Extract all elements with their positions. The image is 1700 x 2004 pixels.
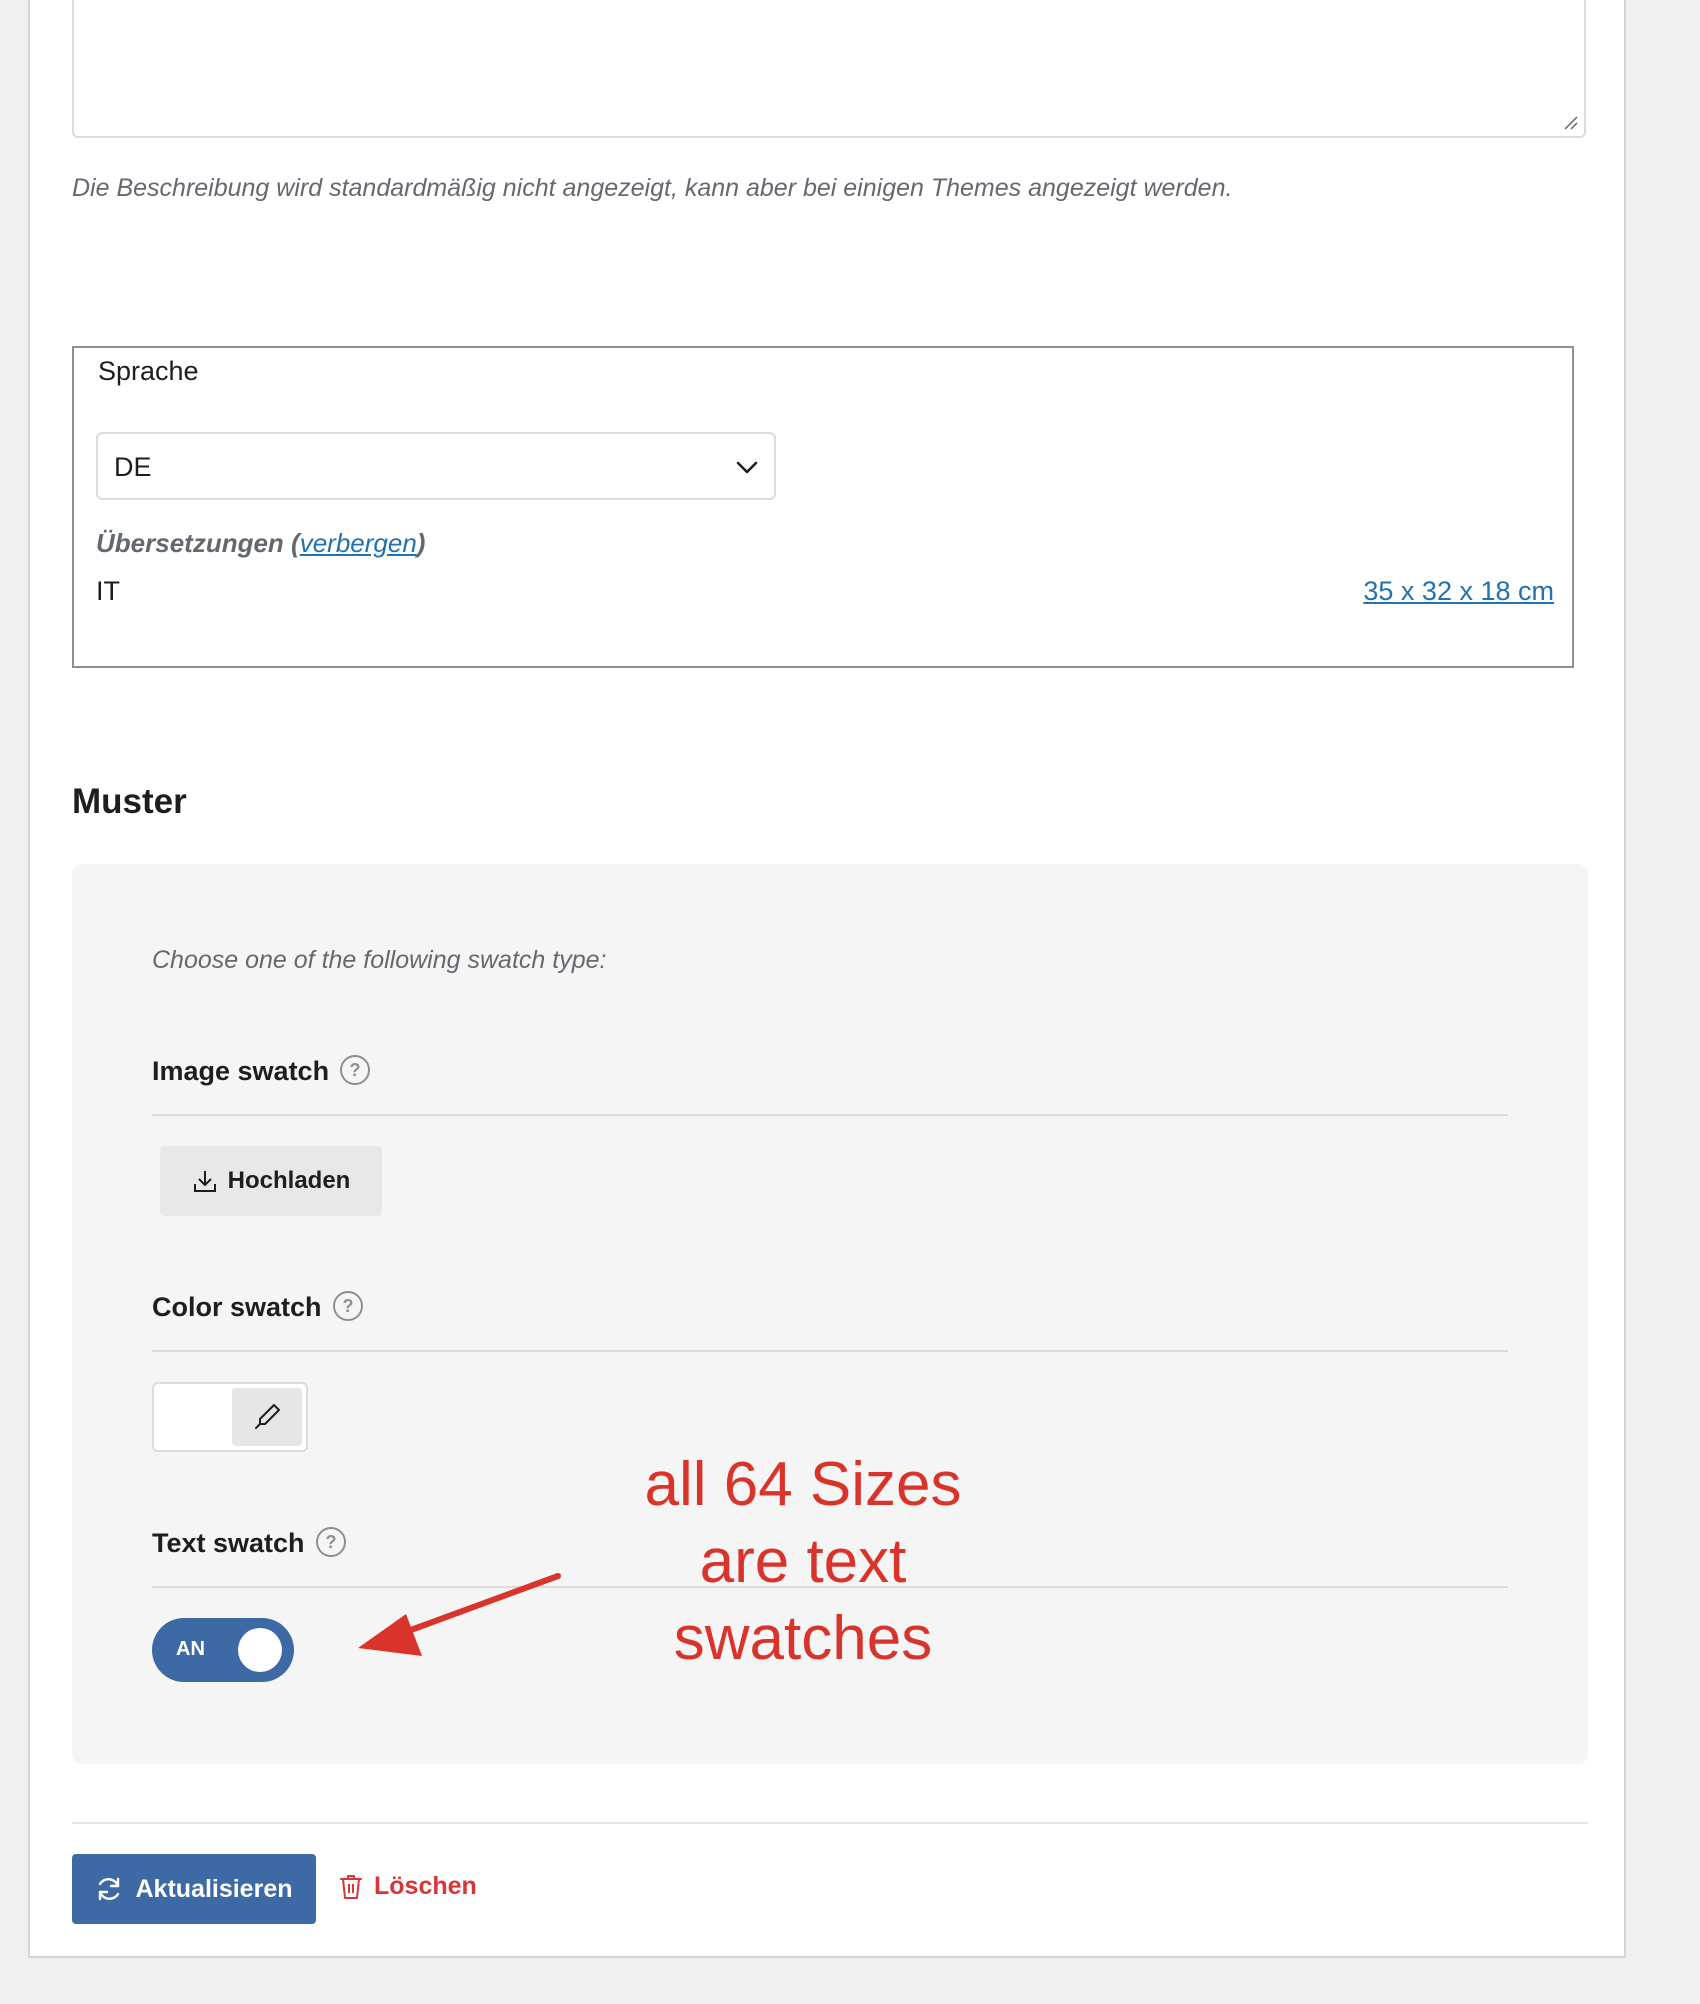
footer-divider xyxy=(72,1822,1588,1824)
translations-open-paren: ( xyxy=(283,528,300,558)
swatch-section-heading: Muster xyxy=(72,782,187,821)
annotation-text: all 64 Sizes are text swatches xyxy=(644,1450,962,1673)
delete-link-label: Löschen xyxy=(374,1872,477,1900)
translations-header: Übersetzungen (verbergen) xyxy=(96,528,425,559)
translation-language-code: IT xyxy=(96,576,120,606)
language-label: Sprache xyxy=(98,356,199,386)
image-swatch-divider xyxy=(152,1114,1508,1116)
translation-term-link[interactable]: 35 x 32 x 18 cm xyxy=(1363,576,1554,607)
language-select-value: DE xyxy=(114,452,152,482)
help-icon[interactable]: ? xyxy=(332,1290,364,1322)
translations-hide-link[interactable]: verbergen xyxy=(300,528,417,558)
update-button-label: Aktualisieren xyxy=(135,1874,293,1903)
delete-link[interactable]: Löschen xyxy=(338,1872,477,1901)
translations-close-paren: ) xyxy=(416,528,426,558)
help-icon[interactable]: ? xyxy=(315,1526,347,1558)
color-preview[interactable] xyxy=(154,1384,230,1450)
annotation-arrow-icon xyxy=(358,1573,561,1656)
translations-label: Übersetzungen xyxy=(96,528,284,558)
refresh-icon xyxy=(99,1877,120,1901)
eyedropper-button[interactable] xyxy=(232,1388,302,1446)
image-swatch-title: Image swatch? xyxy=(152,1054,371,1087)
swatch-intro-text: Choose one of the following swatch type: xyxy=(152,946,607,974)
svg-text:?: ? xyxy=(342,1296,353,1316)
image-swatch-label: Image swatch xyxy=(152,1056,330,1086)
description-hint: Die Beschreibung wird standardmäßig nich… xyxy=(72,174,1233,202)
text-swatch-label: Text swatch xyxy=(152,1528,305,1558)
svg-text:?: ? xyxy=(350,1060,361,1080)
description-textarea[interactable] xyxy=(72,0,1586,138)
language-box: Sprache DE Übersetzungen (verbergen) IT … xyxy=(72,346,1574,668)
color-swatch-divider xyxy=(152,1350,1508,1352)
chevron-down-icon xyxy=(736,461,758,474)
resize-handle-icon[interactable] xyxy=(1562,114,1578,130)
toggle-knob xyxy=(238,1628,282,1672)
color-swatch-title: Color swatch? xyxy=(152,1290,364,1323)
update-button[interactable]: Aktualisieren xyxy=(72,1854,316,1924)
text-swatch-title: Text swatch? xyxy=(152,1526,347,1559)
eyedropper-icon xyxy=(255,1404,280,1429)
color-swatch-label: Color swatch xyxy=(152,1292,322,1322)
help-icon[interactable]: ? xyxy=(339,1054,371,1086)
translation-row: IT 35 x 32 x 18 cm xyxy=(96,576,1554,612)
svg-text:?: ? xyxy=(325,1532,336,1552)
language-select[interactable]: DE xyxy=(96,432,776,500)
text-swatch-toggle[interactable]: AN xyxy=(152,1618,294,1682)
toggle-label: AN xyxy=(176,1638,205,1660)
term-edit-panel: Die Beschreibung wird standardmäßig nich… xyxy=(28,0,1626,1958)
upload-button[interactable]: Hochladen xyxy=(160,1146,382,1216)
upload-icon xyxy=(193,1171,216,1192)
upload-button-label: Hochladen xyxy=(227,1167,351,1194)
trash-icon xyxy=(340,1874,362,1899)
color-picker[interactable] xyxy=(152,1382,308,1452)
